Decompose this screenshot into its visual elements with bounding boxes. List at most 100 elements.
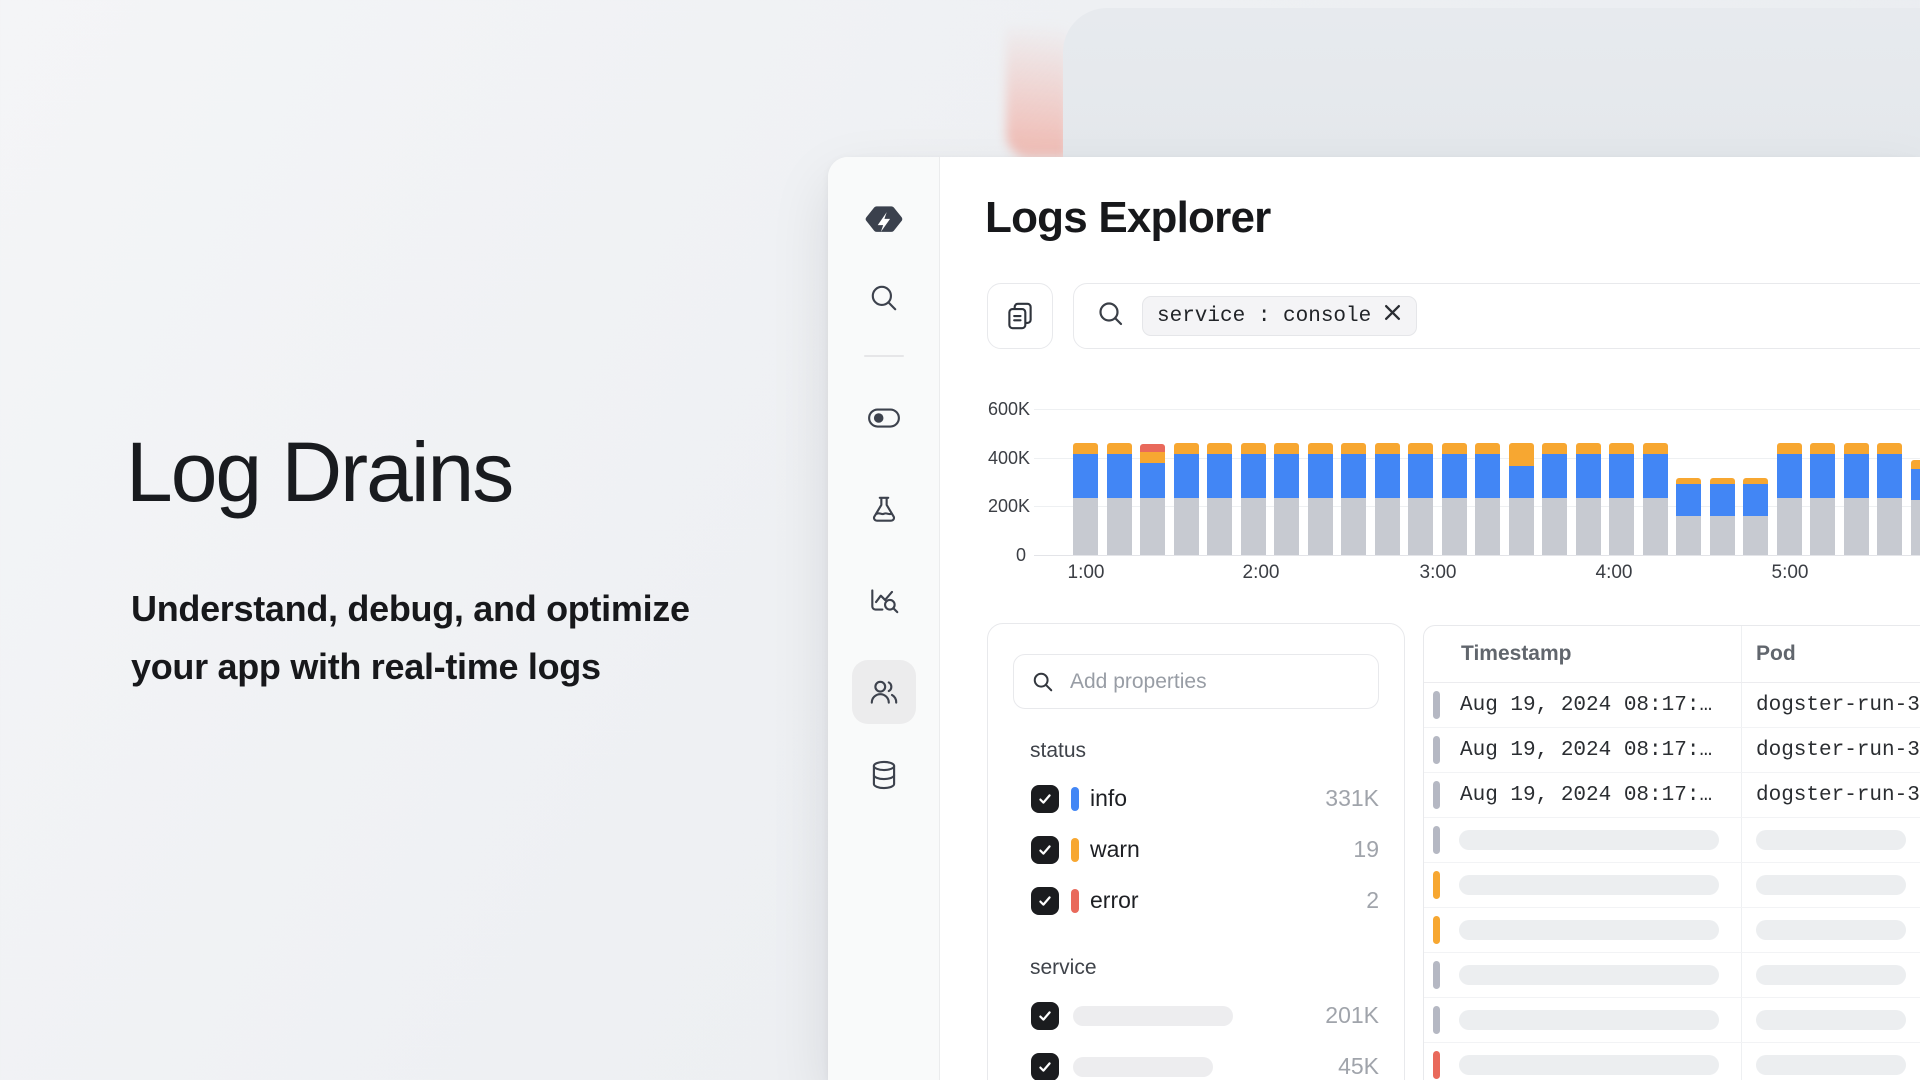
bar-segment-warn — [1207, 443, 1232, 454]
row-status-pill — [1433, 961, 1440, 989]
bar-segment-base — [1643, 498, 1668, 555]
bar-segment-base — [1174, 498, 1199, 555]
bar-segment-base — [1408, 498, 1433, 555]
bar-segment-base — [1743, 516, 1768, 555]
add-properties-field[interactable] — [1013, 654, 1379, 709]
copy-docs-icon — [1003, 299, 1037, 333]
skeleton-pod — [1756, 920, 1906, 940]
sidebar-item-users[interactable] — [852, 660, 916, 724]
chart-bar — [1241, 443, 1266, 555]
x-tick-label: 2:00 — [1243, 562, 1280, 584]
row-status-pill — [1433, 826, 1440, 854]
bar-segment-info — [1810, 454, 1835, 498]
y-tick-label: 0 — [988, 545, 1026, 566]
log-row[interactable]: Aug 19, 2024 08:17:…dogster-run-3 — [1424, 683, 1920, 728]
bar-segment-warn — [1643, 443, 1668, 454]
sidebar-item-logs-analytics[interactable] — [852, 569, 916, 633]
row-status-pill — [1433, 871, 1440, 899]
chart-bar — [1844, 443, 1869, 555]
chart-bar — [1375, 443, 1400, 555]
sidebar-item-experiments[interactable] — [852, 478, 916, 542]
chart-bar — [1911, 460, 1920, 555]
add-properties-input[interactable] — [1070, 655, 1378, 708]
log-row[interactable]: Aug 19, 2024 08:17:…dogster-run-3 — [1424, 728, 1920, 773]
hero-title: Log Drains — [126, 426, 512, 518]
x-tick-label: 3:00 — [1420, 562, 1457, 584]
log-table: Timestamp Pod Aug 19, 2024 08:17:…dogste… — [1423, 625, 1920, 1080]
log-row[interactable] — [1424, 863, 1920, 908]
chart-bar — [1442, 443, 1467, 555]
property-label: error — [1090, 887, 1139, 914]
bar-segment-base — [1542, 498, 1567, 555]
log-row[interactable] — [1424, 818, 1920, 863]
bar-segment-info — [1274, 454, 1299, 498]
property-row[interactable]: 201K — [1013, 990, 1379, 1041]
property-label: info — [1090, 785, 1127, 812]
property-row[interactable]: 45K — [1013, 1041, 1379, 1080]
property-row[interactable]: info331K — [1013, 773, 1379, 824]
log-search-bar[interactable]: service : console — [1073, 283, 1920, 349]
column-header-timestamp: Timestamp — [1461, 626, 1572, 682]
chart-bar — [1609, 443, 1634, 555]
bar-segment-base — [1375, 498, 1400, 555]
toggle-icon — [867, 401, 901, 435]
bar-segment-warn — [1241, 443, 1266, 454]
checkbox[interactable] — [1031, 1053, 1059, 1080]
bar-segment-warn — [1442, 443, 1467, 454]
bar-segment-info — [1676, 484, 1701, 516]
sidebar-item-database[interactable] — [852, 743, 916, 807]
property-row[interactable]: error 2 — [1013, 875, 1379, 926]
log-row[interactable] — [1424, 908, 1920, 953]
flask-icon — [867, 493, 901, 527]
bar-segment-base — [1710, 516, 1735, 555]
property-row[interactable]: warn19 — [1013, 824, 1379, 875]
search-icon — [868, 282, 900, 314]
checkbox[interactable] — [1031, 785, 1059, 813]
bar-segment-warn — [1777, 443, 1802, 454]
bar-segment-info — [1207, 454, 1232, 498]
skeleton-timestamp — [1459, 1055, 1719, 1075]
log-row[interactable] — [1424, 953, 1920, 998]
checkbox[interactable] — [1031, 836, 1059, 864]
docs-button[interactable] — [987, 283, 1053, 349]
bar-segment-warn — [1274, 443, 1299, 454]
bar-segment-warn — [1475, 443, 1500, 454]
chart-bar — [1643, 443, 1668, 555]
chart-plot-area — [1034, 400, 1920, 555]
database-icon — [867, 758, 901, 792]
status-color-pill — [1071, 787, 1079, 811]
y-tick-label: 400K — [988, 448, 1026, 469]
bar-segment-info — [1107, 454, 1132, 498]
bar-segment-warn — [1073, 443, 1098, 454]
property-count: 45K — [1338, 1053, 1379, 1080]
bar-segment-base — [1207, 498, 1232, 555]
log-row[interactable]: Aug 19, 2024 08:17:…dogster-run-3 — [1424, 773, 1920, 818]
bar-segment-base — [1911, 500, 1920, 555]
section-title: status — [1030, 739, 1379, 763]
bar-segment-info — [1341, 454, 1366, 498]
bar-segment-base — [1676, 516, 1701, 555]
bar-segment-warn — [1140, 452, 1165, 463]
remove-filter-icon[interactable] — [1383, 303, 1402, 329]
bar-segment-warn — [1174, 443, 1199, 454]
bar-segment-warn — [1676, 478, 1701, 485]
row-status-pill — [1433, 736, 1440, 764]
skeleton-timestamp — [1459, 875, 1719, 895]
chart-bar — [1777, 443, 1802, 555]
chart-bar — [1676, 478, 1701, 555]
log-row[interactable] — [1424, 998, 1920, 1043]
log-row[interactable] — [1424, 1043, 1920, 1080]
checkbox[interactable] — [1031, 887, 1059, 915]
sidebar-item-search[interactable] — [852, 266, 916, 330]
properties-panel: statusinfo331Kwarn19error2service201K45K — [987, 623, 1405, 1080]
property-count: 2 — [1366, 887, 1379, 914]
checkbox[interactable] — [1031, 1002, 1059, 1030]
filter-chip[interactable]: service : console — [1142, 296, 1417, 336]
sidebar-item-feature-toggle[interactable] — [852, 386, 916, 450]
bar-segment-info — [1643, 454, 1668, 498]
skeleton-timestamp — [1459, 920, 1719, 940]
chart-bar — [1274, 443, 1299, 555]
chart-y-axis: 0200K400K600K — [988, 400, 1026, 555]
bar-segment-info — [1743, 484, 1768, 516]
chart-bar — [1877, 443, 1902, 555]
